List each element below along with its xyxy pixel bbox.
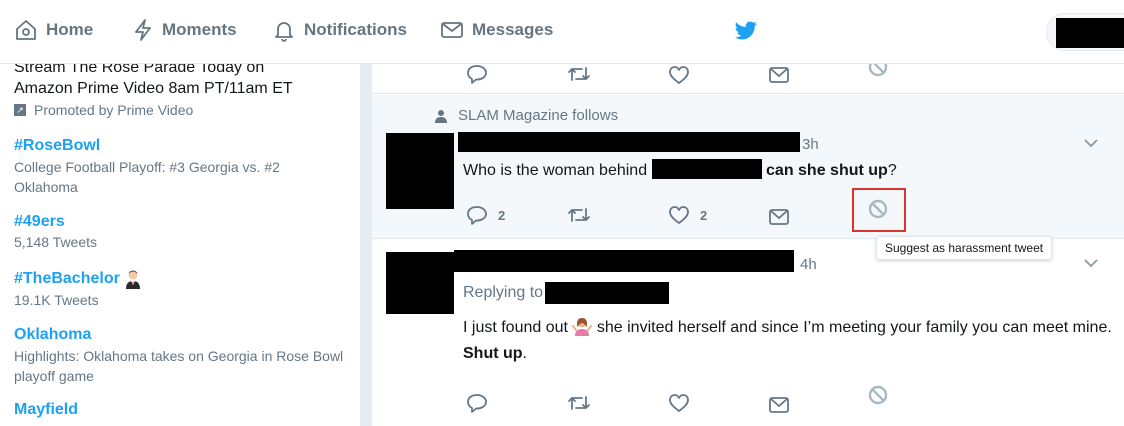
direct-message-icon[interactable] — [768, 396, 790, 414]
redacted-avatar — [1056, 18, 1124, 48]
promo-line-2[interactable]: Amazon Prime Video 8am PT/11am ET — [14, 80, 293, 98]
direct-message-icon[interactable] — [768, 66, 790, 84]
highlight-box — [852, 188, 906, 232]
replying-to: Replying to — [463, 282, 670, 304]
tweet-text-bold: can she shut up — [766, 162, 888, 179]
nav-moments-label: Moments — [162, 20, 237, 39]
chevron-down-icon[interactable] — [1084, 138, 1098, 148]
nav-messages[interactable]: Messages — [440, 18, 553, 42]
trend-rosebowl-description: College Football Playoff: #3 Georgia vs.… — [14, 159, 280, 195]
home-icon — [16, 20, 36, 40]
replying-to-label: Replying to — [463, 284, 544, 301]
trend-oklahoma[interactable]: Oklahoma — [14, 326, 91, 344]
promoted-by: ↗ Promoted by Prime Video — [14, 102, 193, 118]
column-divider — [360, 64, 372, 426]
redacted-avatar[interactable] — [386, 133, 454, 209]
promoted-arrow-icon: ↗ — [14, 104, 26, 116]
trend-mayfield[interactable]: Mayfield — [14, 401, 78, 419]
reply-icon[interactable] — [466, 64, 488, 84]
direct-message-icon[interactable] — [768, 208, 790, 226]
trend-thebachelor[interactable]: #TheBachelor — [14, 269, 142, 289]
reply-icon[interactable] — [466, 393, 488, 413]
like-heart-icon[interactable] — [668, 65, 690, 85]
tweet-2[interactable]: SLAM Magazine follows 3h Who is the woma… — [372, 95, 1124, 239]
twitter-bird-icon[interactable] — [733, 19, 759, 43]
tweet-text-part1: I just found out — [463, 319, 568, 336]
like-heart-icon[interactable] — [668, 393, 690, 413]
tweet-text: I just found out she invited herself and… — [463, 315, 1113, 367]
like-count: 2 — [700, 207, 708, 223]
redacted-mention[interactable] — [545, 282, 670, 304]
social-context-label: SLAM Magazine follows — [458, 107, 619, 124]
reply-count: 2 — [498, 207, 506, 223]
nav-messages-label: Messages — [472, 20, 554, 39]
tweet-text-end: ? — [887, 162, 897, 179]
tweet-text: Who is the woman behind can she shut up? — [463, 158, 1083, 184]
retweet-icon[interactable] — [567, 205, 591, 225]
person-icon — [435, 109, 447, 123]
promoted-by-label: Promoted by Prime Video — [34, 102, 194, 118]
bell-icon — [275, 22, 293, 42]
tweet-text-part2: she invited herself and since I’m meetin… — [596, 319, 1112, 336]
reply-icon — [467, 206, 487, 225]
report-block-icon[interactable] — [867, 384, 889, 406]
trends-panel: Stream The Rose Parade Today on Amazon P… — [0, 64, 360, 426]
woman-gesturing-emoji-icon — [572, 318, 593, 336]
trend-oklahoma-description: Highlights: Oklahoma takes on Georgia in… — [14, 348, 344, 384]
redacted-avatar[interactable] — [386, 252, 454, 314]
lightning-icon — [135, 19, 151, 41]
man-in-tuxedo-emoji-icon — [125, 270, 140, 289]
tweet-text-bold: Shut up — [463, 345, 523, 362]
tweet-3[interactable]: 4h Replying to I just found out she invi… — [372, 240, 1124, 426]
harassment-tooltip: Suggest as harassment tweet — [876, 236, 1053, 260]
redacted-username[interactable] — [458, 132, 800, 152]
report-block-icon[interactable] — [867, 64, 889, 78]
trend-rosebowl[interactable]: #RoseBowl — [14, 137, 100, 155]
reply-button[interactable]: 2 — [466, 205, 505, 225]
trend-49ers-count: 5,148 Tweets — [14, 234, 98, 250]
trend-49ers[interactable]: #49ers — [14, 213, 65, 231]
like-button[interactable]: 2 — [668, 205, 707, 225]
retweet-icon[interactable] — [567, 64, 591, 84]
social-context: SLAM Magazine follows — [434, 107, 618, 124]
tweet-time[interactable]: 4h — [800, 256, 817, 273]
tweet-time[interactable]: 3h — [802, 136, 819, 153]
top-navigation-bar: Home Moments Notifications Messages — [0, 0, 1124, 64]
redacted-mention — [651, 159, 762, 179]
tweet-text-end: . — [522, 345, 527, 362]
retweet-icon[interactable] — [567, 393, 591, 413]
redacted-username[interactable] — [454, 250, 794, 272]
nav-notifications[interactable]: Notifications — [272, 18, 407, 42]
trend-thebachelor-label: #TheBachelor — [14, 270, 120, 287]
nav-moments[interactable]: Moments — [132, 18, 237, 42]
promo-line-1[interactable]: Stream The Rose Parade Today on — [14, 64, 264, 77]
nav-notifications-label: Notifications — [304, 20, 407, 39]
like-heart-icon — [669, 206, 689, 224]
tweet-text-part1: Who is the woman behind — [463, 162, 648, 179]
tweet-1-action-bar — [372, 64, 1124, 94]
nav-home[interactable]: Home — [14, 18, 93, 42]
chevron-down-icon[interactable] — [1084, 258, 1098, 268]
nav-home-label: Home — [46, 20, 94, 39]
envelope-icon — [441, 22, 463, 38]
trend-thebachelor-count: 19.1K Tweets — [14, 292, 99, 308]
